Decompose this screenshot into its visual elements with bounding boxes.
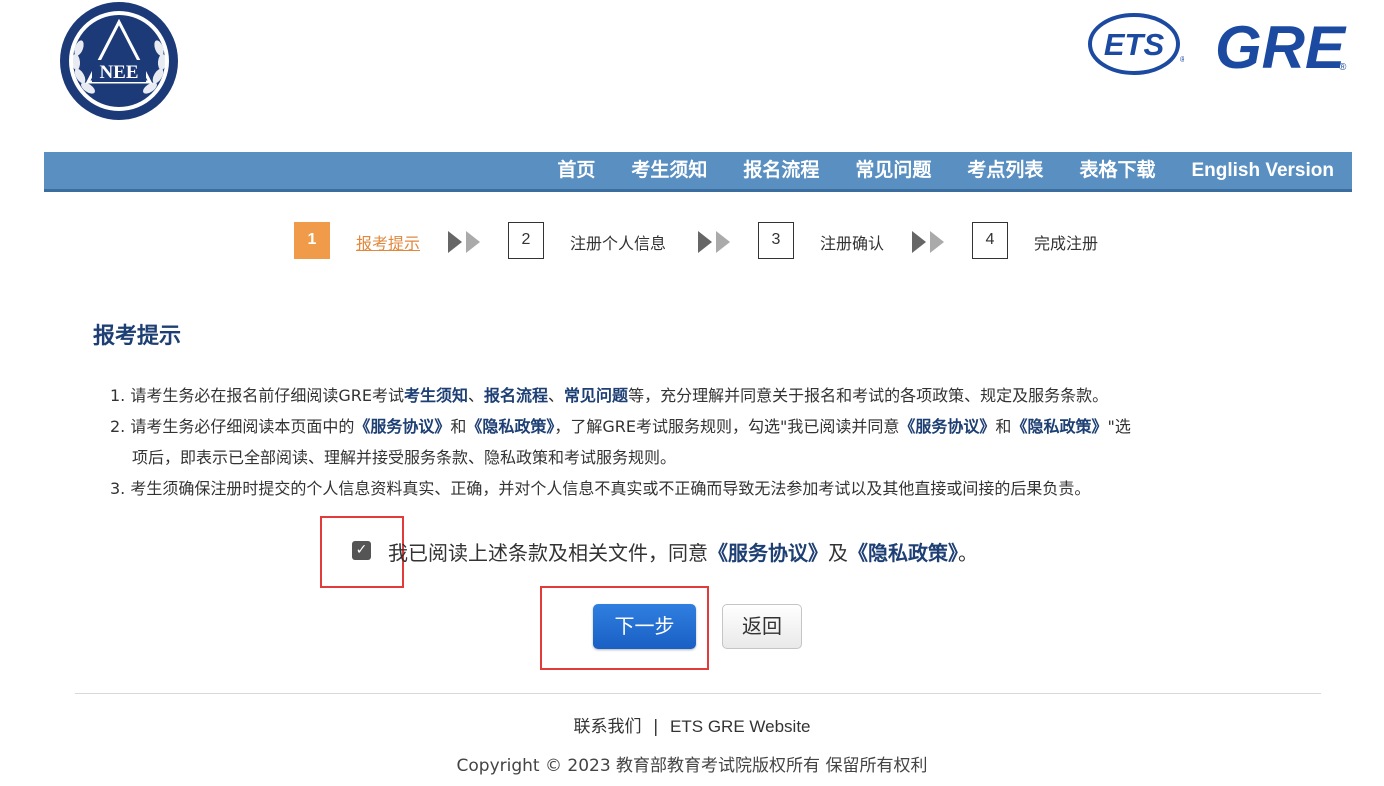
nav-candidate-notice[interactable]: 考生须知 (613, 152, 725, 189)
footer-links: 联系我们 | ETS GRE Website (0, 712, 1384, 737)
instruction-text: 等，充分理解并同意关于报名和考试的各项政策、规定及服务条款。 (628, 386, 1109, 405)
contact-us-link[interactable]: 联系我们 (574, 717, 642, 737)
instruction-text: 1. 请考生务必在报名前仔细阅读GRE考试 (110, 386, 404, 405)
neea-logo[interactable]: NEE (56, 0, 182, 122)
step-3-label: 注册确认 (820, 234, 885, 253)
instructions-list: 1. 请考生务必在报名前仔细阅读GRE考试考生须知、报名流程、常见问题等，充分理… (110, 380, 1310, 504)
step-2-label: 注册个人信息 (570, 234, 667, 253)
footer-separator: | (652, 717, 659, 737)
nav-downloads[interactable]: 表格下载 (1061, 152, 1173, 189)
instruction-item: 1. 请考生务必在报名前仔细阅读GRE考试考生须知、报名流程、常见问题等，充分理… (110, 380, 1310, 411)
svg-text:®: ® (1180, 55, 1184, 64)
step-1-label: 报考提示 (356, 234, 421, 253)
nav-faq[interactable]: 常见问题 (837, 152, 949, 189)
privacy-policy-link[interactable]: 《隐私政策》 (1011, 417, 1107, 436)
agreement-text: 我已阅读上述条款及相关文件，同意 (388, 541, 708, 565)
privacy-policy-link[interactable]: 《隐私政策》 (848, 541, 958, 565)
instruction-text: 和 (995, 417, 1012, 436)
instruction-text: "选 (1107, 417, 1131, 436)
instruction-text: 和 (450, 417, 467, 436)
page-title: 报考提示 (93, 324, 182, 349)
svg-text:NEE: NEE (99, 62, 138, 83)
ets-gre-website-link[interactable]: ETS GRE Website (670, 717, 810, 736)
back-button[interactable]: 返回 (722, 604, 802, 649)
nav-registration-process[interactable]: 报名流程 (725, 152, 837, 189)
instruction-item: 2. 请考生务必仔细阅读本页面中的《服务协议》和《隐私政策》，了解GRE考试服务… (110, 411, 1310, 442)
registration-process-link[interactable]: 报名流程 (484, 386, 548, 405)
step-arrow-icon (448, 231, 480, 253)
step-arrow-icon (912, 231, 944, 253)
instruction-item: 3. 考生须确保注册时提交的个人信息资料真实、正确，并对个人信息不真实或不正确而… (110, 479, 1091, 498)
step-2-number: 2 (508, 222, 544, 259)
step-3-number: 3 (758, 222, 794, 259)
step-arrow-icon (698, 231, 730, 253)
service-agreement-link[interactable]: 《服务协议》 (354, 417, 450, 436)
nav-home[interactable]: 首页 (539, 152, 613, 189)
page-header: NEE ETS ® GRE ® (0, 0, 1384, 150)
ets-logo[interactable]: ETS ® (1088, 12, 1184, 76)
footer-divider (75, 693, 1321, 694)
svg-text:ETS: ETS (1104, 27, 1165, 62)
agreement-text: 。 (958, 541, 978, 565)
instruction-text: 、 (468, 386, 485, 405)
step-1-number: 1 (294, 222, 330, 259)
agree-checkbox[interactable]: ✓ (352, 541, 371, 560)
svg-text:GRE: GRE (1215, 14, 1347, 76)
instruction-text: 2. 请考生务必仔细阅读本页面中的 (110, 417, 355, 436)
candidate-notice-link[interactable]: 考生须知 (404, 386, 468, 405)
nav-test-centers[interactable]: 考点列表 (949, 152, 1061, 189)
nav-english-version[interactable]: English Version (1173, 152, 1352, 189)
instruction-text: 、 (548, 386, 565, 405)
gre-logo[interactable]: GRE ® (1213, 10, 1353, 76)
next-step-button[interactable]: 下一步 (593, 604, 696, 649)
service-agreement-link[interactable]: 《服务协议》 (708, 541, 828, 565)
copyright-text: Copyright © 2023 教育部教育考试院版权所有 保留所有权利 (456, 756, 928, 776)
instruction-text: ，了解GRE考试服务规则，勾选"我已阅读并同意 (554, 417, 900, 436)
step-4-label: 完成注册 (1034, 234, 1099, 253)
agreement-text: 及 (828, 541, 848, 565)
svg-text:®: ® (1339, 62, 1347, 73)
agreement-label: 我已阅读上述条款及相关文件，同意《服务协议》及《隐私政策》。 (388, 537, 978, 566)
instruction-item-continued: 项后，即表示已全部阅读、理解并接受服务条款、隐私政策和考试服务规则。 (132, 448, 677, 467)
registration-steps: 1 报考提示 2 注册个人信息 3 注册确认 4 完成注册 (0, 222, 1384, 260)
service-agreement-link[interactable]: 《服务协议》 (899, 417, 995, 436)
step-4-number: 4 (972, 222, 1008, 259)
privacy-policy-link[interactable]: 《隐私政策》 (466, 417, 554, 436)
main-nav: 首页 考生须知 报名流程 常见问题 考点列表 表格下载 English Vers… (44, 152, 1352, 192)
faq-link[interactable]: 常见问题 (564, 386, 628, 405)
